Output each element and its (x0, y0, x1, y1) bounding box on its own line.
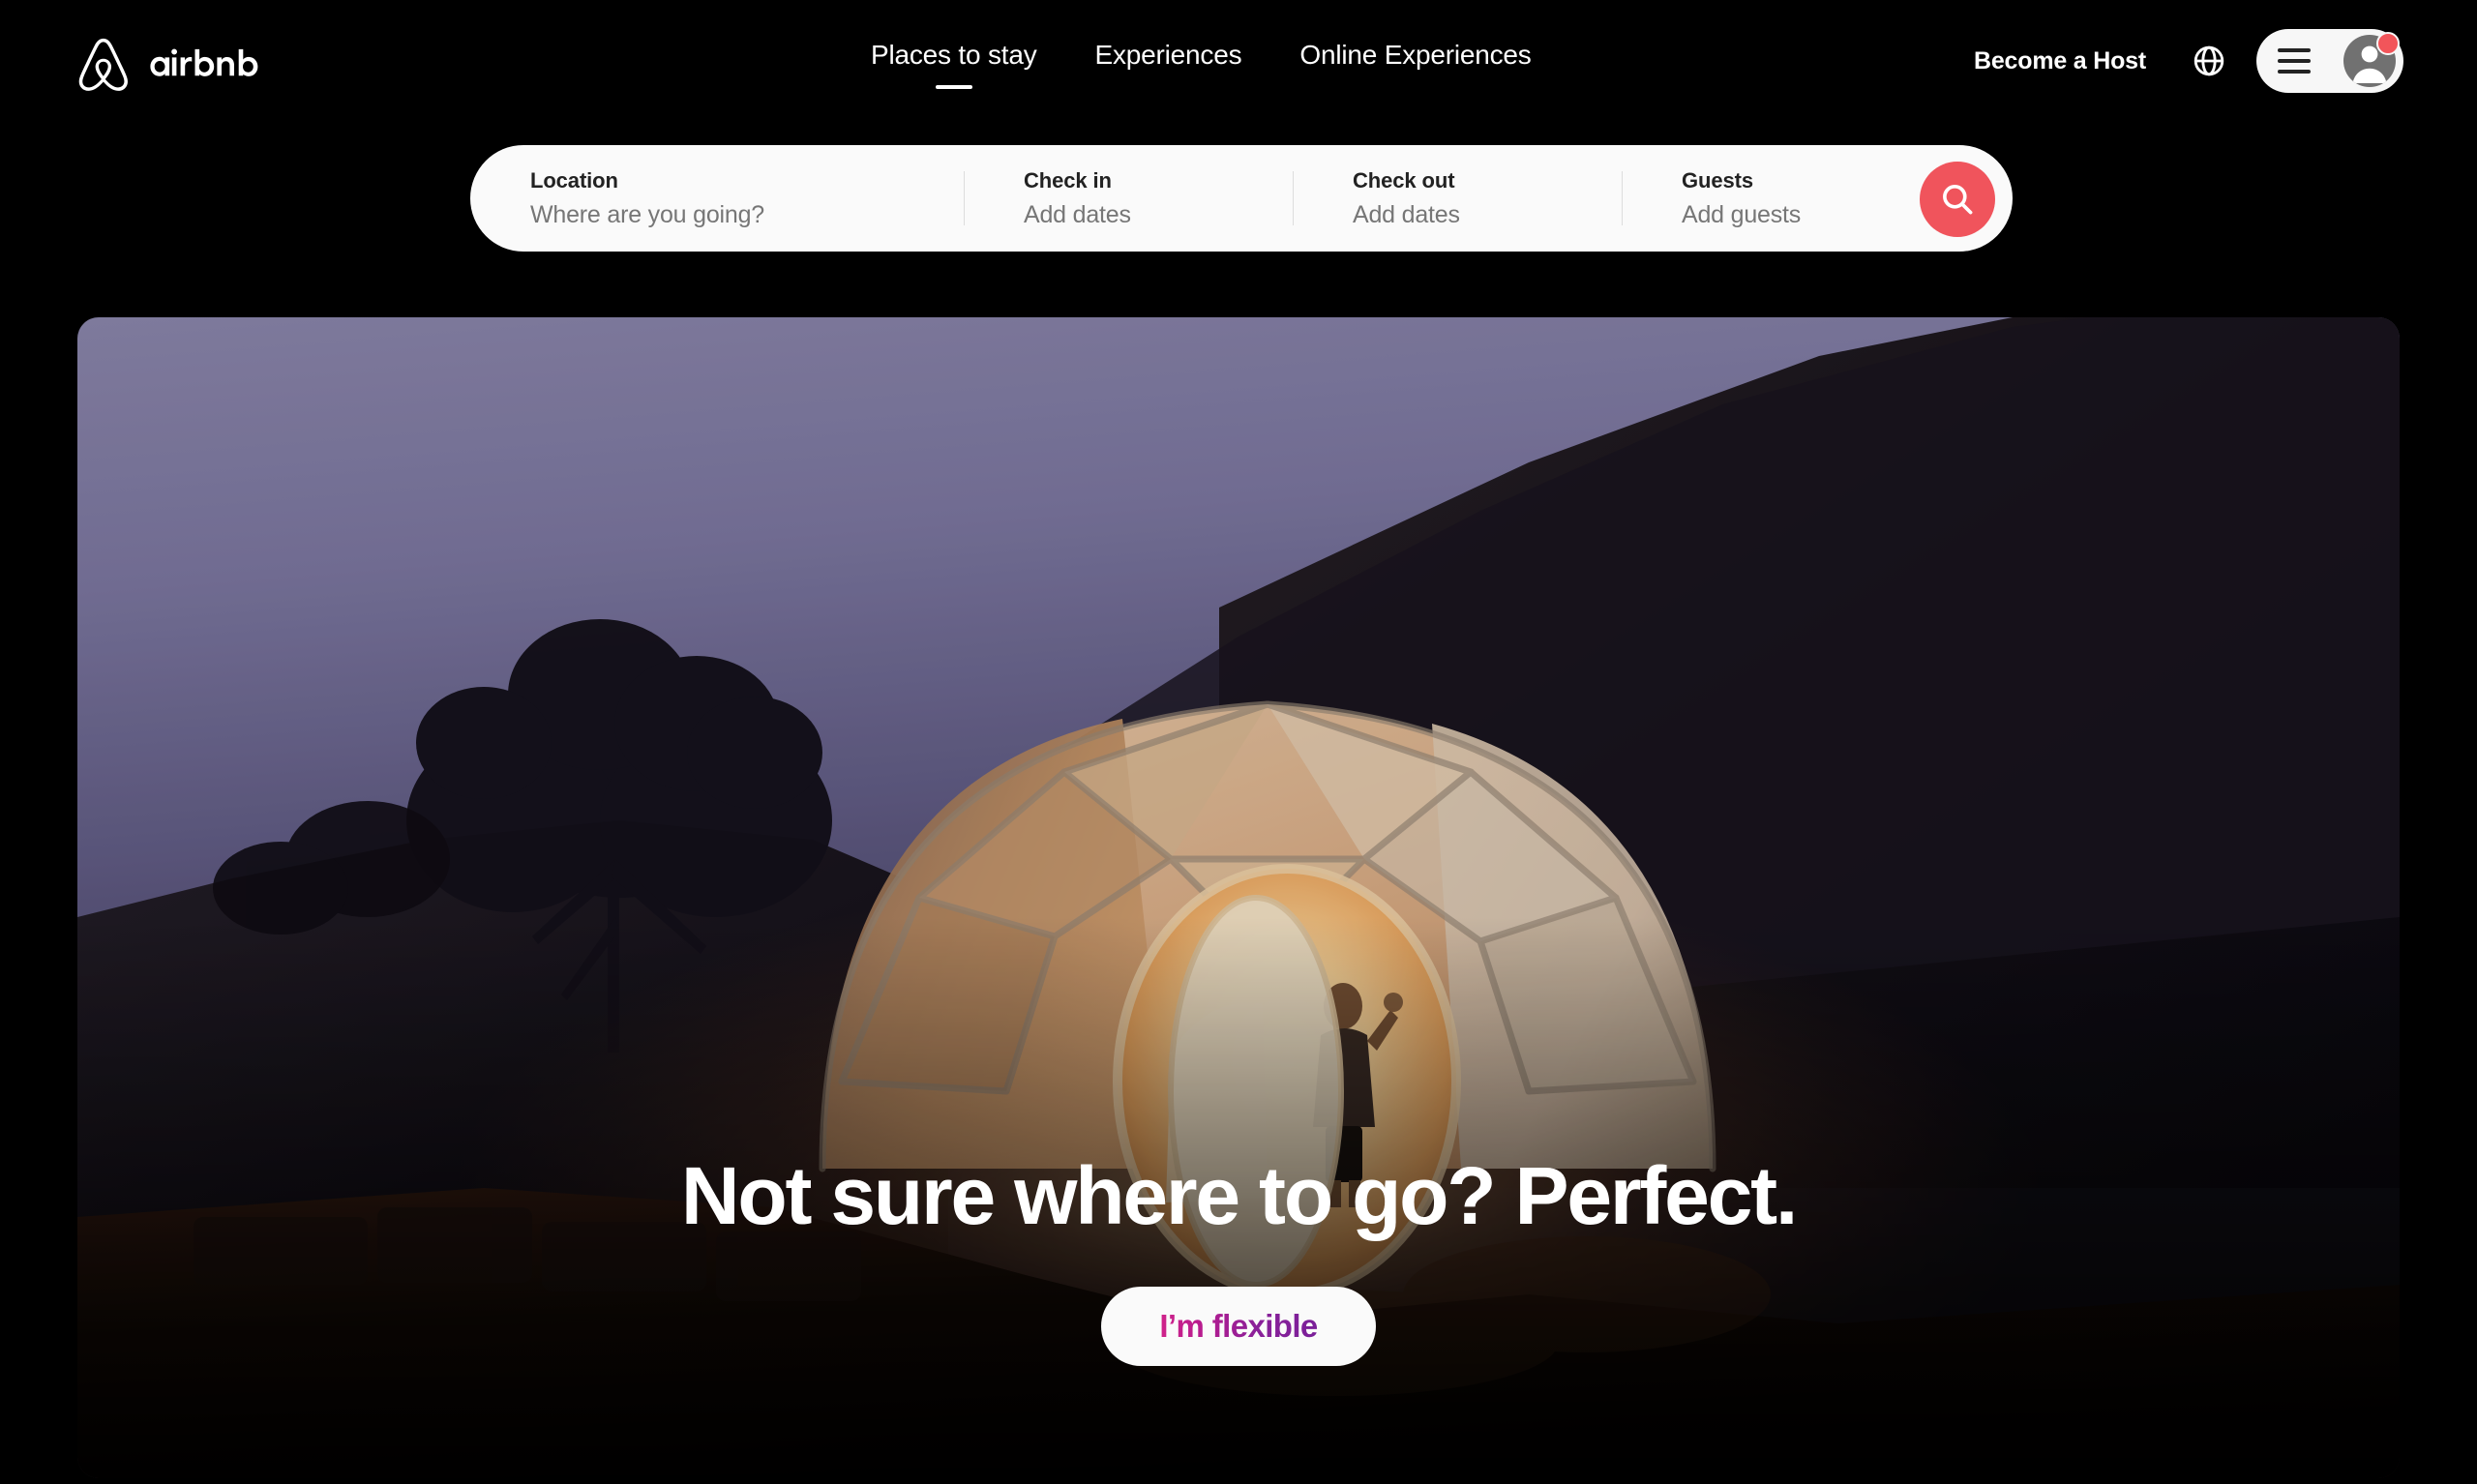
search-field-guests[interactable]: Guests Add guests (1622, 145, 1941, 252)
become-a-host-button[interactable]: Become a Host (1974, 47, 2146, 75)
primary-nav: Places to stay Experiences Online Experi… (871, 39, 1532, 89)
airbnb-logo[interactable] (75, 35, 288, 95)
search-input-location[interactable]: Where are you going? (530, 200, 964, 229)
avatar (2343, 32, 2400, 87)
im-flexible-button[interactable]: I’m flexible (1101, 1287, 1376, 1366)
user-menu-button[interactable] (2256, 29, 2403, 93)
search-label-location: Location (530, 167, 618, 193)
language-globe-button[interactable] (2183, 35, 2235, 87)
search-magnifier-icon (1943, 185, 1973, 215)
search-field-checkin[interactable]: Check in Add dates (964, 145, 1293, 252)
hamburger-menu-icon (2278, 48, 2311, 74)
nav-tab-label: Experiences (1094, 40, 1242, 70)
search-label-checkin: Check in (1024, 167, 1112, 193)
search-input-guests[interactable]: Add guests (1682, 200, 1941, 229)
im-flexible-label: I’m flexible (1159, 1308, 1318, 1344)
nav-tab-experiences[interactable]: Experiences (1095, 39, 1242, 89)
site-header: Places to stay Experiences Online Experi… (0, 0, 2477, 143)
nav-tab-label: Online Experiences (1299, 40, 1532, 70)
globe-icon (2193, 45, 2224, 76)
hero-banner: Not sure where to go? Perfect. I’m flexi… (77, 317, 2400, 1478)
search-label-checkout: Check out (1353, 167, 1455, 193)
hero-title: Not sure where to go? Perfect. (680, 1150, 1798, 1241)
search-label-guests: Guests (1682, 167, 1753, 193)
airbnb-wordmark-icon (150, 48, 258, 76)
search-field-location[interactable]: Location Where are you going? (470, 145, 964, 252)
hero-content: Not sure where to go? Perfect. I’m flexi… (77, 317, 2400, 1478)
search-field-checkout[interactable]: Check out Add dates (1293, 145, 1622, 252)
airbnb-homepage: Places to stay Experiences Online Experi… (0, 0, 2477, 1484)
search-input-checkin[interactable]: Add dates (1024, 200, 1293, 229)
header-actions: Become a Host (1974, 29, 2403, 93)
nav-tab-online-experiences[interactable]: Online Experiences (1299, 39, 1531, 89)
nav-tab-label: Places to stay (871, 40, 1037, 70)
airbnb-belo-icon (78, 38, 128, 91)
search-bar: Location Where are you going? Check in A… (470, 145, 2013, 252)
search-submit-button[interactable] (1920, 162, 1995, 237)
search-input-checkout[interactable]: Add dates (1353, 200, 1622, 229)
notification-badge-dot (2376, 32, 2400, 55)
nav-tab-places-to-stay[interactable]: Places to stay (871, 39, 1037, 89)
